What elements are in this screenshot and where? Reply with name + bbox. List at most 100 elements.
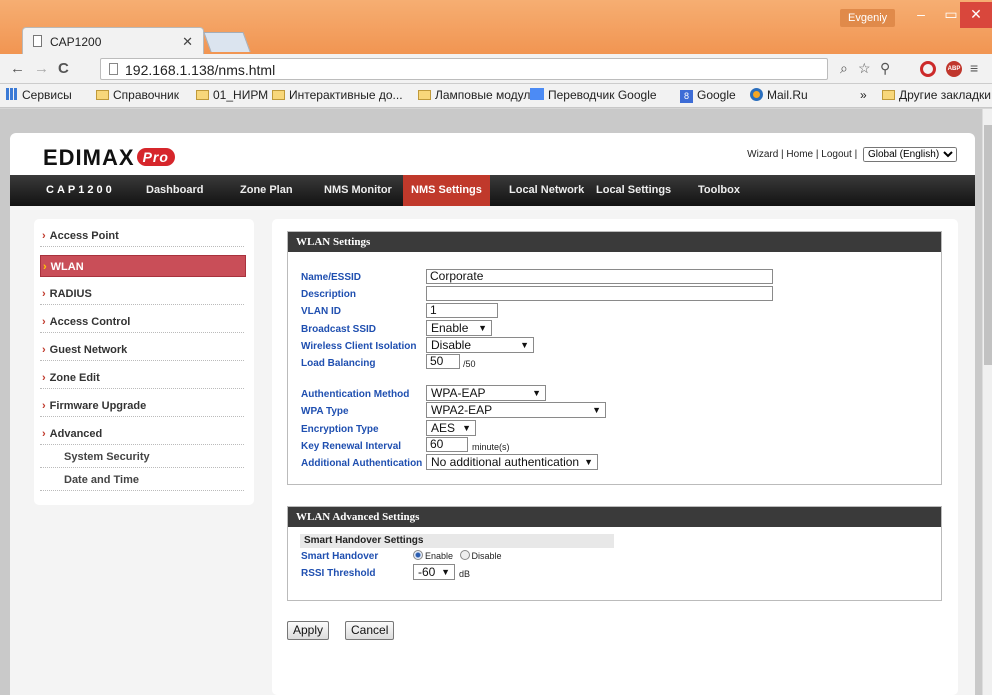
zoom-icon[interactable]: ⌕ (840, 60, 848, 77)
folder-icon (272, 90, 285, 100)
close-tab-icon[interactable]: ✕ (182, 34, 193, 50)
url-text: 192.168.1.138/nms.html (125, 62, 276, 78)
enable-radio[interactable] (413, 550, 423, 560)
adblock-icon[interactable]: ABP (946, 61, 962, 77)
folder-icon (96, 90, 109, 100)
folder-icon (418, 90, 431, 100)
main-nav: CAP1200 Dashboard Zone Plan NMS Monitor … (10, 175, 975, 206)
cancel-button[interactable]: Cancel (345, 621, 395, 640)
browser-tab[interactable]: CAP1200 ✕ (22, 27, 204, 54)
translate-icon (530, 88, 544, 100)
rssi-unit: dB (459, 569, 471, 579)
language-select[interactable]: Global (English) (863, 147, 957, 162)
bookmark-translate[interactable]: Переводчик Google (530, 88, 657, 102)
key-renewal-label: Key Renewal Interval (301, 441, 402, 452)
bookmark-folder[interactable]: Ламповые модули (418, 88, 537, 102)
sidebar-item-advanced[interactable]: › Advanced (40, 423, 244, 445)
isolation-label: Wireless Client Isolation (301, 341, 417, 352)
vlan-input[interactable]: 1 (426, 303, 498, 318)
folder-icon (882, 90, 895, 100)
star-icon[interactable]: ☆ (858, 60, 871, 77)
disable-radio[interactable] (459, 550, 470, 560)
broadcast-select[interactable]: Enable ▼ (426, 320, 492, 336)
description-label: Description (301, 289, 357, 300)
sidebar: › Access Point › WLAN › RADIUS › Access Cont… (34, 219, 254, 505)
address-toolbar: ← → C 192.168.1.138/nms.html ⌕ ☆ ⚲ ≡ (0, 54, 992, 84)
wizard-home-logout-links[interactable]: Wizard | Home | Logout | (747, 149, 857, 160)
forward-icon[interactable]: → (34, 60, 49, 77)
sidebar-item-access-control[interactable]: › Access Control (40, 311, 244, 333)
load-balancing-label: Load Balancing (301, 358, 376, 369)
sidebar-item-guest-network[interactable]: › Guest Network (40, 339, 244, 361)
wpa-type-select[interactable]: WPA2-EAP ▼ (426, 402, 606, 418)
folder-icon (196, 90, 209, 100)
encryption-select[interactable]: AES ▼ (426, 420, 476, 436)
user-profile-button[interactable]: Evgeniy (840, 9, 896, 27)
bookmark-services[interactable]: Сервисы (6, 88, 72, 102)
menu-icon[interactable]: ≡ (970, 60, 978, 76)
content-area: › Access Point › WLAN › RADIUS › Access Cont… (10, 206, 975, 695)
auth-method-label: Authentication Method (301, 389, 410, 400)
load-balancing-max: /50 (463, 359, 476, 369)
opera-icon[interactable] (920, 61, 936, 77)
edimax-logo: EDIMAX Pro (43, 145, 175, 171)
bookmark-other[interactable]: Другие закладки (882, 88, 991, 102)
address-bar[interactable]: 192.168.1.138/nms.html (100, 58, 828, 80)
additional-auth-select[interactable]: No additional authentication ▼ (426, 454, 598, 470)
nav-local-network[interactable]: Local Network (501, 175, 592, 206)
apply-button[interactable]: Apply (287, 621, 330, 640)
nav-nms-settings[interactable]: NMS Settings (403, 175, 490, 206)
bookmarks-overflow[interactable]: » (860, 88, 867, 102)
bookmark-folder[interactable]: 01_НИРМ (196, 88, 268, 102)
scrollbar-thumb[interactable] (984, 125, 992, 365)
wlan-advanced-box: WLAN Advanced Settings Smart Handover Se… (287, 506, 942, 601)
essid-input[interactable]: Corporate (426, 269, 773, 284)
bookmark-folder[interactable]: Справочник (96, 88, 179, 102)
page-scrollbar[interactable] (982, 109, 992, 695)
tab-title: CAP1200 (50, 35, 102, 49)
sidebar-item-radius[interactable]: › RADIUS (40, 283, 244, 305)
nav-brand: CAP1200 (46, 184, 115, 196)
nav-local-settings[interactable]: Local Settings (588, 175, 679, 206)
web-page: EDIMAX Pro Wizard | Home | Logout | Globa… (0, 109, 982, 695)
nav-zone-plan[interactable]: Zone Plan (232, 175, 301, 206)
wlan-settings-title: WLAN Settings (288, 232, 941, 252)
sidebar-item-wlan[interactable]: › WLAN (40, 255, 246, 277)
sidebar-item-system-security[interactable]: System Security (40, 446, 244, 468)
disable-label: Disable (471, 551, 502, 561)
wlan-advanced-title: WLAN Advanced Settings (288, 507, 941, 527)
apps-icon (6, 88, 18, 100)
auth-method-select[interactable]: WPA-EAP ▼ (426, 385, 546, 401)
google-icon: 8 (680, 90, 693, 103)
isolation-select[interactable]: Disable ▼ (426, 337, 534, 353)
key-renewal-input[interactable]: 60 (426, 437, 468, 452)
essid-label: Name/ESSID (301, 272, 362, 283)
smart-handover-radios: Enable Disable (413, 550, 502, 561)
sidebar-item-firmware-upgrade[interactable]: › Firmware Upgrade (40, 395, 244, 417)
bookmark-folder[interactable]: Интерактивные до... (272, 88, 403, 102)
rssi-label: RSSI Threshold (301, 568, 376, 579)
additional-auth-label: Additional Authentication (301, 458, 423, 469)
reload-icon[interactable]: C (58, 60, 69, 77)
document-icon (33, 35, 42, 47)
sidebar-item-date-time[interactable]: Date and Time (40, 469, 244, 491)
bookmark-google[interactable]: 8 Google (680, 88, 736, 103)
extension-icon[interactable]: ⚲ (880, 60, 890, 77)
broadcast-label: Broadcast SSID (301, 324, 377, 335)
back-icon[interactable]: ← (10, 60, 25, 77)
vlan-label: VLAN ID (301, 306, 341, 317)
new-tab-button[interactable] (203, 32, 251, 52)
main-panel: WLAN Settings Name/ESSID Corporate Descr… (272, 219, 958, 695)
bookmark-mailru[interactable]: Mail.Ru (750, 88, 808, 102)
sidebar-item-zone-edit[interactable]: › Zone Edit (40, 367, 244, 389)
rssi-select[interactable]: -60 ▼ (413, 564, 455, 580)
minimize-icon[interactable]: – (905, 2, 937, 28)
nav-toolbox[interactable]: Toolbox (690, 175, 748, 206)
bookmarks-bar: Сервисы Справочник 01_НИРМ Интерактивные… (0, 84, 992, 108)
sidebar-item-access-point[interactable]: › Access Point (40, 225, 244, 247)
nav-nms-monitor[interactable]: NMS Monitor (316, 175, 400, 206)
description-input[interactable] (426, 286, 773, 301)
load-balancing-input[interactable]: 50 (426, 354, 460, 369)
close-window-icon[interactable]: ✕ (960, 2, 992, 28)
nav-dashboard[interactable]: Dashboard (138, 175, 211, 206)
